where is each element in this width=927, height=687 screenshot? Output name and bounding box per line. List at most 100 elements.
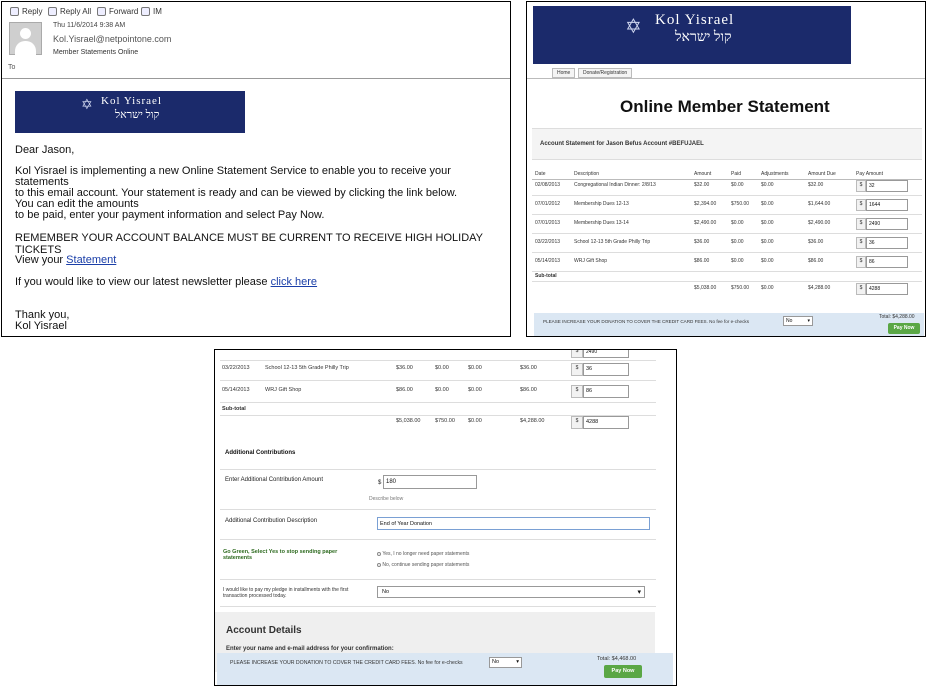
cell-paid: $0.00 — [435, 387, 449, 393]
subtotal-due: $4,288.00 — [520, 418, 545, 424]
column-header: Amount — [694, 171, 712, 177]
cell-amount: $32.00 — [694, 182, 710, 188]
cell-due: $86.00 — [808, 258, 824, 264]
subtotal-due: $4,288.00 — [808, 285, 831, 291]
go-green-label: Go Green, Select Yes to stop sending pap… — [223, 549, 338, 561]
go-green-no-option[interactable]: No, continue sending paper statements — [377, 562, 469, 568]
forward-icon — [97, 7, 106, 16]
go-green-yes-option[interactable]: Yes, I no longer need paper statements — [377, 551, 469, 557]
cell-desc: Membership Dues 13-14 — [574, 220, 629, 226]
subtotal-adj: $0.00 — [761, 285, 774, 291]
cell-due: $36.00 — [808, 239, 824, 245]
subtotal-pay-input[interactable]: 4288 — [583, 416, 629, 429]
subtotal-label: Sub-total — [222, 406, 246, 412]
online-statement-window: ✡ Kol Yisrael קול ישראל Home Donate/Regi… — [526, 1, 926, 337]
cell-paid: $0.00 — [731, 258, 744, 264]
radio-icon[interactable] — [377, 551, 381, 556]
tab-donate-registration[interactable]: Donate/Registration — [578, 68, 633, 78]
subtotal-adj: $0.00 — [468, 418, 482, 424]
cell-due: $32.00 — [808, 182, 824, 188]
pay-amount-input[interactable]: 2490 — [866, 218, 908, 230]
remember-notice: REMEMBER YOUR ACCOUNT BALANCE MUST BE CU… — [15, 232, 483, 256]
im-icon — [141, 7, 150, 16]
cell-date: 03/22/2013 — [222, 365, 250, 371]
cell-adj: $0.00 — [761, 182, 774, 188]
email-subject: Member Statements Online — [53, 49, 139, 56]
column-header: Paid — [731, 171, 742, 177]
statement-link[interactable]: Statement — [66, 254, 116, 266]
email-datetime: Thu 11/6/2014 9:38 AM — [53, 22, 126, 29]
pay-amount-input[interactable]: 32 — [866, 180, 908, 192]
subtotal-paid: $750.00 — [435, 418, 455, 424]
cell-adj: $0.00 — [761, 239, 774, 245]
column-header: Adjustments — [761, 171, 789, 177]
statement-banner-logo: ✡ Kol Yisrael קול ישראל — [533, 6, 851, 64]
cell-due: $86.00 — [520, 387, 537, 393]
cell-desc: School 12-13 5th Grade Philly Trip — [265, 365, 349, 371]
greeting: Dear Jason, — [15, 144, 75, 156]
subtotal-label: Sub-total — [535, 273, 557, 279]
total-amount: Total: $4,288.00 — [879, 314, 915, 320]
fee-notice: PLEASE INCREASE YOUR DONATION TO COVER T… — [230, 660, 463, 666]
cell-paid: $750.00 — [731, 201, 750, 207]
cell-amount: $2,394.00 — [694, 201, 717, 207]
installments-select[interactable]: No ▾ — [377, 586, 645, 598]
fee-select[interactable]: No ▾ — [783, 316, 813, 326]
cell-desc: School 12-13 5th Grade Philly Trip — [574, 239, 651, 245]
cell-paid: $0.00 — [731, 239, 744, 245]
pay-amount-input[interactable]: 86 — [583, 385, 629, 398]
contribution-amount-label: Enter Additional Contribution Amount — [225, 477, 324, 483]
pay-amount-input[interactable]: 1644 — [866, 199, 908, 211]
intro-line-1: Kol Yisrael is implementing a new Online… — [15, 165, 451, 177]
pay-now-button[interactable]: Pay Now — [888, 323, 920, 334]
pay-amount-input[interactable]: 86 — [866, 256, 908, 268]
reply-button[interactable]: Reply — [10, 7, 42, 16]
account-heading: Account Statement for Jason Befus Accoun… — [540, 141, 704, 147]
cell-date: 05/14/2013 — [222, 387, 250, 393]
newsletter-link[interactable]: click here — [271, 276, 317, 288]
subtotal-paid: $750.00 — [731, 285, 750, 291]
cell-adj: $0.00 — [761, 220, 774, 226]
contribution-amount-input[interactable]: 180 — [383, 475, 477, 489]
cell-amount: $86.00 — [396, 387, 413, 393]
pay-now-button[interactable]: Pay Now — [604, 665, 642, 678]
forward-button[interactable]: Forward — [97, 7, 138, 16]
fee-select[interactable]: No ▾ — [489, 657, 522, 668]
account-details-heading: Account Details — [226, 625, 302, 636]
email-from[interactable]: Kol.Yisrael@netpointone.com — [53, 34, 171, 44]
pay-amount-input[interactable]: 2490 — [583, 350, 629, 358]
cell-amount: $2,490.00 — [694, 220, 717, 226]
pay-amount-input[interactable]: 36 — [866, 237, 908, 249]
pay-amount-input[interactable]: 36 — [583, 363, 629, 376]
cell-amount: $36.00 — [396, 365, 413, 371]
radio-icon[interactable] — [377, 562, 381, 567]
column-header: Description — [574, 171, 600, 177]
subtotal-pay-input[interactable]: 4288 — [866, 283, 908, 295]
additional-contributions-window: $ 2490 Additional Contributions Enter Ad… — [214, 349, 677, 686]
cell-adj: $0.00 — [468, 387, 482, 393]
column-header: Pay Amount — [856, 171, 883, 177]
enter-name-email-label: Enter your name and e-mail address for y… — [226, 646, 394, 652]
cell-desc: Congregational Indian Dinner: 2/8/13 — [574, 182, 656, 188]
column-header: Amount Due — [808, 171, 836, 177]
cell-adj: $0.00 — [761, 201, 774, 207]
page-title: Online Member Statement — [620, 97, 830, 116]
cell-paid: $0.00 — [731, 182, 744, 188]
cell-due: $1,644.00 — [808, 201, 831, 207]
cell-adj: $0.00 — [468, 365, 482, 371]
contribution-description-input[interactable]: End of Year Donation — [377, 517, 650, 530]
view-statement-line: View your Statement — [15, 254, 117, 266]
signoff-name: Kol Yisrael — [15, 320, 67, 332]
tab-home[interactable]: Home — [552, 68, 576, 78]
cell-date: 07/01/2013 — [535, 220, 561, 226]
contribution-description-label: Additional Contribution Description — [225, 518, 318, 524]
describe-below-hint: Describe below — [369, 496, 404, 502]
subtotal-amount: $5,038.00 — [396, 418, 421, 424]
total-amount: Total: $4,468.00 — [597, 656, 637, 662]
star-of-david-icon: ✡ — [81, 98, 93, 113]
reply-all-button[interactable]: Reply All — [48, 7, 91, 16]
im-button[interactable]: IM — [141, 7, 162, 16]
cell-desc: Membership Dues 12-13 — [574, 201, 629, 207]
cell-date: 07/01/2012 — [535, 201, 561, 207]
intro-line-5: to be paid, enter your payment informati… — [15, 209, 325, 221]
